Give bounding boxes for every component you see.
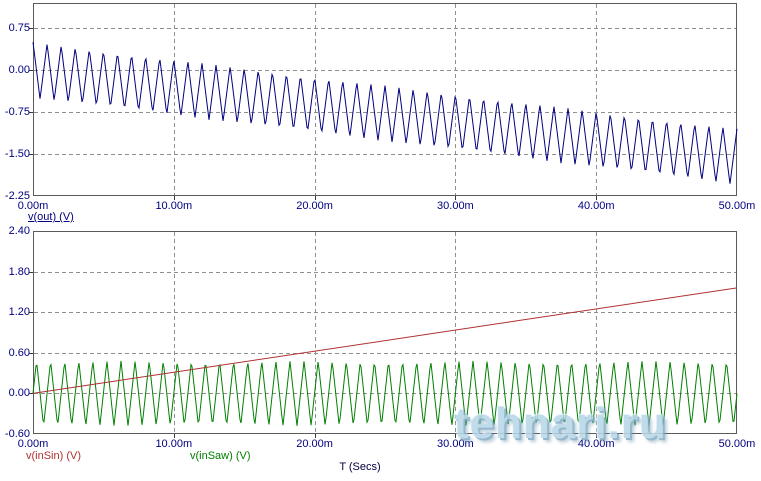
x-tick-label: 30.00m <box>437 200 474 212</box>
x-tick-label: 30.00m <box>437 438 474 450</box>
output-plot <box>29 3 738 200</box>
y-tick-label: -0.75 <box>4 106 30 119</box>
x-tick-label: 10.00m <box>155 200 193 212</box>
x-tick-label: 20.00m <box>296 200 333 212</box>
x-tick-label: 40.00m <box>577 438 615 450</box>
y-tick-label: 0.00 <box>8 64 30 77</box>
legend-v-insaw[interactable]: v(inSaw) (V) <box>190 450 251 462</box>
legend-v-insin[interactable]: v(inSin) (V) <box>26 450 81 462</box>
y-tick-label: 0.75 <box>8 22 30 35</box>
y-tick-label: 2.40 <box>8 225 30 237</box>
y-tick-label: 1.80 <box>8 265 30 278</box>
x-tick-label: 50.00m <box>718 200 756 212</box>
y-tick-label: 0.00 <box>8 387 30 400</box>
x-tick-label: 50.00m <box>718 438 756 450</box>
x-axis-title: T (Secs) <box>339 461 381 473</box>
inputs-plot <box>29 231 738 438</box>
x-tick-label: 20.00m <box>296 438 333 450</box>
transient-analysis-plot-window: v(out) (V) v(inSin) (V) v(inSaw) (V) T (… <box>0 0 761 481</box>
x-tick-label: 0.00m <box>17 438 49 450</box>
y-tick-label: -1.50 <box>4 148 30 161</box>
series-line-v-insin-v- <box>32 287 738 394</box>
x-tick-label: 10.00m <box>155 438 193 450</box>
series-line-v-insaw-v- <box>32 360 738 426</box>
legend-v-out[interactable]: v(out) (V) <box>28 211 74 223</box>
y-tick-label: 1.20 <box>8 306 30 319</box>
x-tick-label: 40.00m <box>577 200 615 212</box>
y-tick-label: 0.60 <box>8 346 30 359</box>
x-tick-label: 0.00m <box>17 200 49 212</box>
